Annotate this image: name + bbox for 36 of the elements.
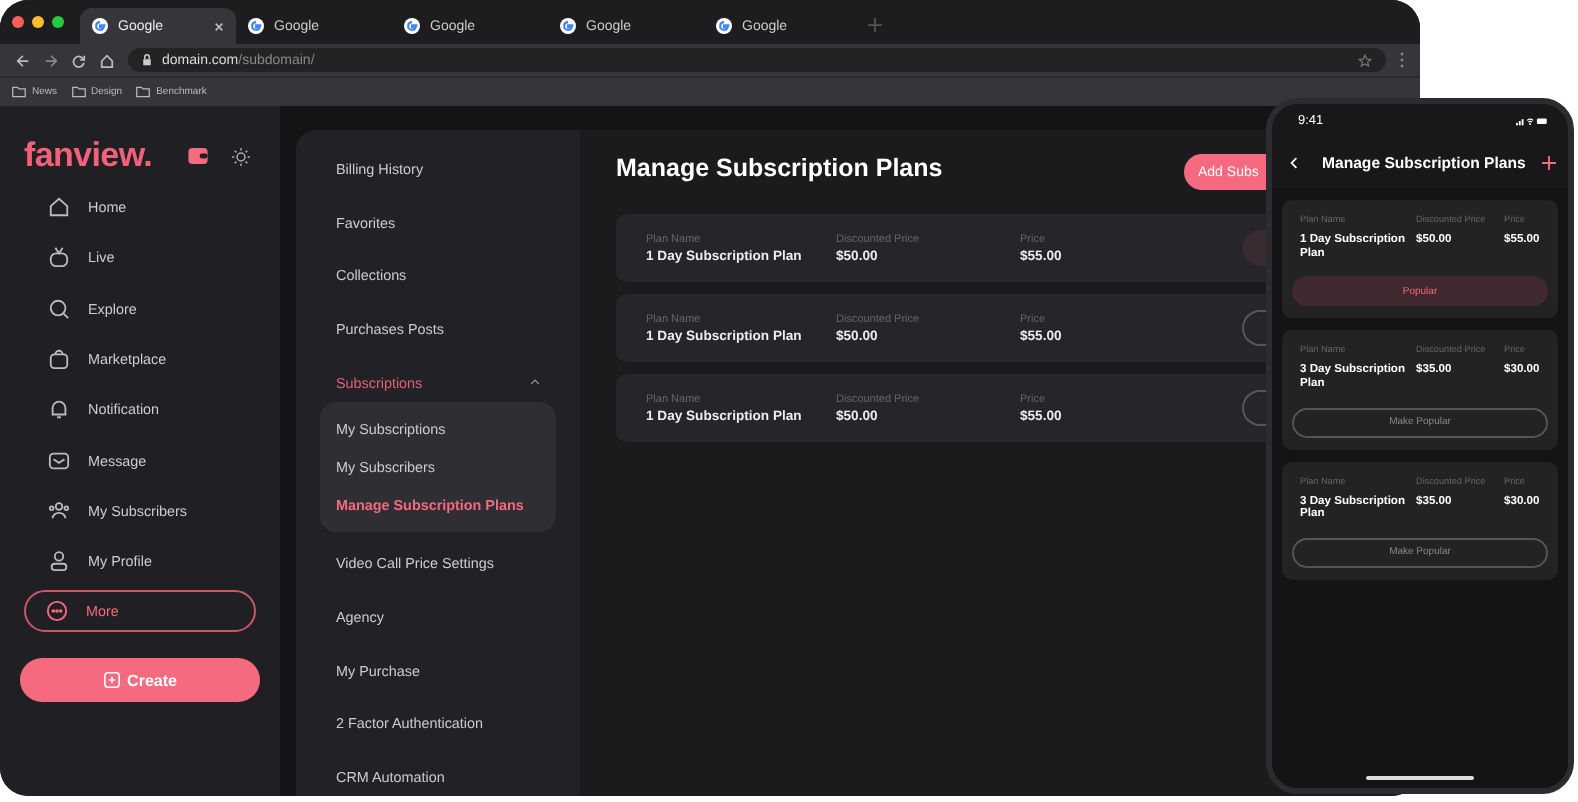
folder-icon [12,86,26,98]
folder-icon [136,86,151,98]
person-icon [48,550,70,573]
bag-icon [48,348,70,371]
lock-icon [142,54,152,66]
status-icons-drawing [1516,115,1548,125]
back-arrow-icon[interactable] [16,53,30,67]
forward-arrow-icon[interactable] [44,53,58,67]
bookmark-star-icon[interactable] [1358,53,1372,67]
g-logo-icon [404,18,420,34]
maximize-window-icon[interactable] [52,16,64,28]
g-logo-icon [560,18,576,34]
envelope-icon [48,449,70,472]
sun-icon[interactable] [232,147,251,165]
reload-icon[interactable] [72,53,86,67]
fanview-logo[interactable]: fanview. [24,136,153,176]
search-icon [48,297,70,320]
tv-icon [48,246,70,269]
minimize-window-icon[interactable] [32,16,44,28]
g-logo-icon [716,18,732,34]
home-indicator [1366,776,1474,780]
page-title: Manage Subscription Plans [616,154,943,182]
plus-square-icon [103,672,120,689]
add-icon[interactable] [1542,155,1556,169]
home-icon [48,196,70,219]
wallet-icon[interactable] [188,148,209,164]
back-icon[interactable] [1290,155,1298,169]
folder-icon [71,86,86,98]
home-icon[interactable] [100,53,114,67]
dots-circle-icon [46,600,68,623]
people-icon [48,499,70,522]
g-logo-icon [248,18,264,34]
close-window-icon[interactable] [12,16,24,28]
g-logo-icon [92,18,108,34]
close-tab-icon[interactable] [214,21,224,31]
bell-icon [48,398,70,421]
